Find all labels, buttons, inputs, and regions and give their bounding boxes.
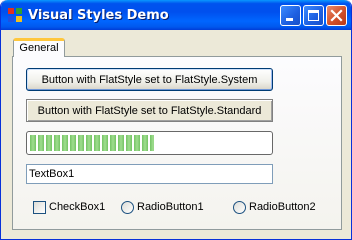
progress-fill <box>30 135 155 151</box>
close-button[interactable] <box>326 5 347 26</box>
close-icon <box>330 9 343 22</box>
progress-bar <box>26 131 273 155</box>
radiobutton1[interactable] <box>121 201 134 214</box>
checkbox1[interactable] <box>33 201 46 214</box>
app-icon[interactable] <box>7 7 23 23</box>
flatstyle-standard-button[interactable]: Button with FlatStyle set to FlatStyle.S… <box>26 99 273 122</box>
checkbox1-label[interactable]: CheckBox1 <box>49 201 105 214</box>
textbox1-field[interactable]: TextBox1 <box>26 164 273 184</box>
maximize-icon <box>308 10 319 21</box>
minimize-icon <box>286 18 293 21</box>
radiobutton2[interactable] <box>233 201 246 214</box>
title-bar[interactable]: Visual Styles Demo <box>1 0 351 30</box>
window-title: Visual Styles Demo <box>28 8 169 23</box>
flatstyle-system-button[interactable]: Button with FlatStyle set to FlatStyle.S… <box>26 68 273 91</box>
radiobutton1-label[interactable]: RadioButton1 <box>137 201 204 214</box>
maximize-button[interactable] <box>303 5 324 26</box>
app-window: Visual Styles Demo General Button with F… <box>0 0 352 240</box>
tab-general[interactable]: General <box>13 38 65 57</box>
radiobutton2-label[interactable]: RadioButton2 <box>249 201 316 214</box>
minimize-button[interactable] <box>280 5 301 26</box>
